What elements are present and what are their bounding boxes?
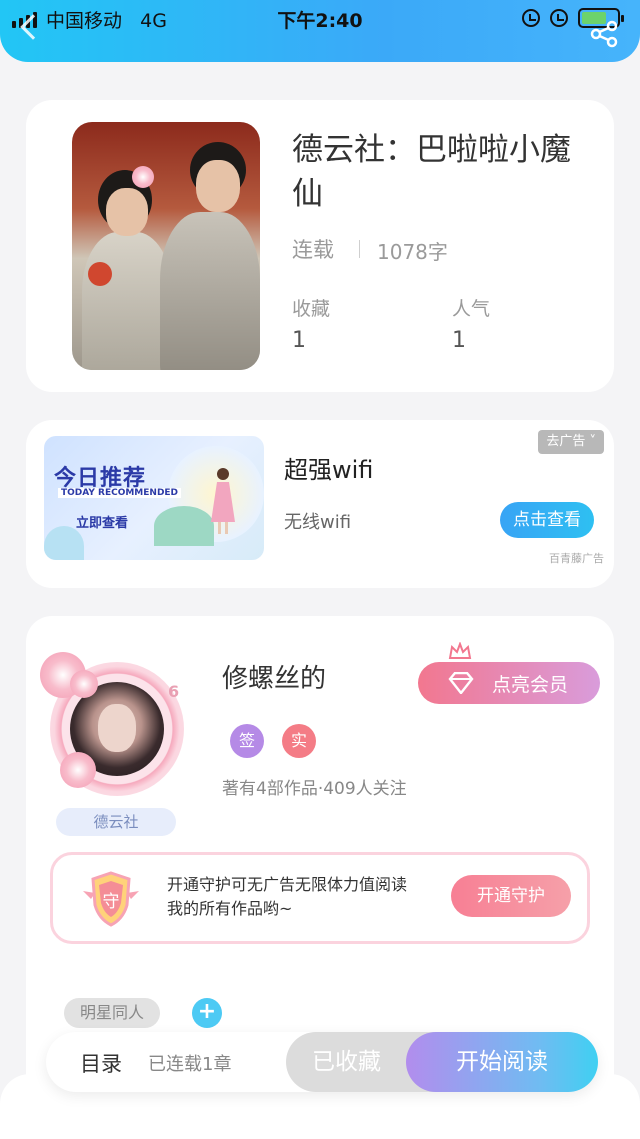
banner-bush — [44, 526, 84, 560]
guard-promo: 守 开通守护可无广告无限体力值阅读我的所有作品哟~ 开通守护 — [50, 852, 590, 944]
cover-figure-right — [160, 212, 260, 370]
avatar-face — [98, 704, 136, 752]
book-status: 连载 — [292, 238, 334, 262]
author-avatar[interactable]: 6 — [40, 652, 192, 802]
author-name: 修螺丝的 — [222, 664, 327, 694]
vip-button-label: 点亮会员 — [492, 674, 569, 696]
book-title: 德云社：巴啦啦小魔仙 — [292, 132, 571, 212]
divider — [359, 240, 360, 258]
genre-tag[interactable]: 明星同人 — [64, 998, 160, 1028]
table-of-contents-button[interactable]: 目录 — [80, 1048, 122, 1078]
diamond-icon — [448, 672, 474, 694]
share-icon[interactable] — [590, 20, 618, 48]
crown-icon — [448, 642, 472, 659]
header: 中国移动 4G 下午2:40 — [0, 0, 640, 62]
book-info-card: 德云社：巴啦啦小魔仙 连载 1078字 收藏 1 人气 1 — [26, 100, 614, 392]
svg-text:守: 守 — [103, 892, 120, 912]
word-count: 1078字 — [377, 240, 448, 264]
ad-source: 百青藤广告 — [549, 552, 604, 565]
ad-banner-image[interactable]: 今日推荐 TODAY RECOMMENDED 立即查看 — [44, 436, 264, 560]
favorites-label: 收藏 — [292, 298, 331, 320]
banner-girl-illustration — [211, 468, 235, 534]
bottom-action-bar: 目录 已连载1章 已收藏 开始阅读 — [46, 1032, 598, 1092]
open-guard-button[interactable]: 开通守护 — [451, 875, 571, 917]
flower-decoration — [60, 752, 96, 788]
add-tag-button[interactable]: + — [192, 998, 222, 1028]
author-stats: 著有4部作品·409人关注 — [222, 779, 407, 799]
favorites-value: 1 — [292, 328, 306, 353]
signed-badge: 签 — [230, 724, 264, 758]
vip-button[interactable]: 点亮会员 — [418, 642, 600, 704]
popularity-value: 1 — [452, 328, 466, 353]
banner-bush — [154, 506, 214, 546]
author-tag: 德云社 — [56, 808, 176, 836]
remove-ad-button[interactable]: 去广告 ˅ — [538, 430, 604, 454]
ad-description: 无线wifi — [284, 512, 352, 533]
start-reading-button[interactable]: 开始阅读 — [406, 1032, 598, 1092]
cover-flower — [132, 166, 154, 188]
author-level-badge: 6 — [168, 682, 180, 701]
ad-card[interactable]: 今日推荐 TODAY RECOMMENDED 立即查看 超强wifi 无线wif… — [26, 420, 614, 588]
verified-badge: 实 — [282, 724, 316, 758]
cover-red-flower — [88, 262, 112, 286]
ad-title: 超强wifi — [284, 456, 374, 484]
cover-figure-left — [82, 232, 172, 370]
book-cover-image[interactable] — [72, 122, 260, 370]
banner-cta: 立即查看 — [76, 516, 129, 531]
guard-description: 开通守护可无广告无限体力值阅读我的所有作品哟~ — [167, 875, 408, 918]
ad-view-button[interactable]: 点击查看 — [500, 502, 594, 538]
banner-subtitle: TODAY RECOMMENDED — [58, 488, 182, 498]
rotation-lock-icon — [522, 9, 540, 27]
alarm-icon — [550, 9, 568, 27]
popularity-label: 人气 — [452, 298, 491, 320]
cover-face-left — [106, 188, 148, 236]
cover-face-right — [196, 160, 240, 212]
shield-icon: 守 — [83, 871, 139, 927]
flower-decoration — [70, 670, 98, 698]
chapter-count: 已连载1章 — [148, 1054, 232, 1075]
